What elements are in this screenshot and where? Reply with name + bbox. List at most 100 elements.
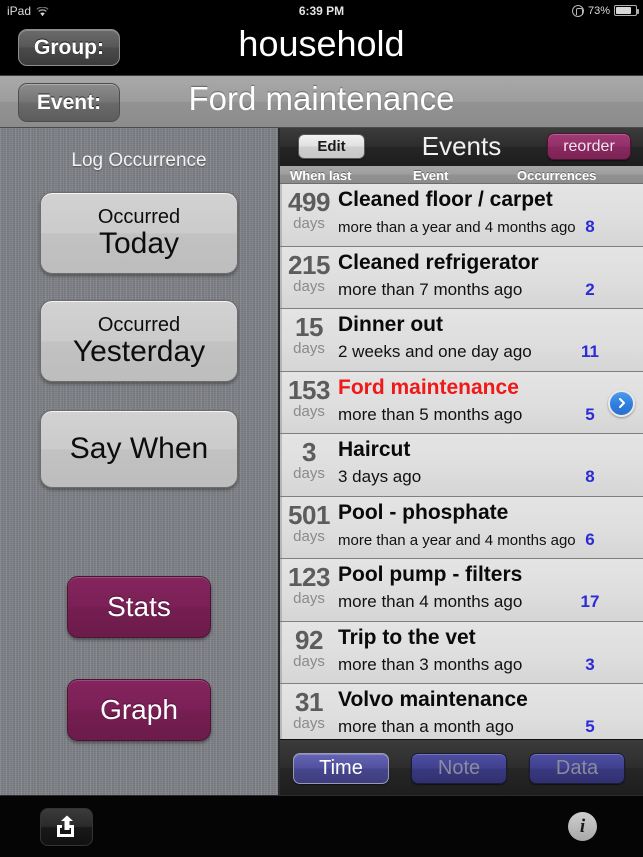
occurred-today-button[interactable]: Occurred Today [40,192,238,274]
table-row[interactable]: 3 days Haircut 3 days ago 8 [280,434,643,497]
row-when-last: more than 5 months ago [338,404,523,424]
status-bar: iPad 6:39 PM 73% [0,0,643,21]
occurred-today-sublabel: Occurred [97,205,181,228]
battery-percent-label: 73% [587,4,610,17]
table-row[interactable]: 501 days Pool - phosphate more than a year … [280,496,643,559]
graph-button[interactable]: Graph [67,679,211,741]
row-days-block: 501 days [280,502,338,545]
row-occurrences-count: 17 [580,592,600,611]
events-header-bar: Edit Events reorder [280,128,643,166]
occurred-yesterday-sublabel: Occurred [97,313,181,336]
table-row[interactable]: 15 days Dinner out 2 weeks and one day ago 1… [280,309,643,372]
row-days-count: 123 [288,562,330,592]
group-title: household [238,23,405,64]
occurred-today-label: Today [98,226,180,260]
row-days-block: 3 days [280,439,338,482]
row-event-name: Pool pump - filters [338,563,523,586]
event-bar: Event: Ford maintenance [0,75,643,128]
row-when-last: more than 7 months ago [338,279,523,299]
table-row[interactable]: 92 days Trip to the vet more than 3 months … [280,621,643,684]
row-days-unit: days [293,402,325,420]
column-header-when-last: When last [290,168,352,183]
row-when-last: more than a month ago [338,717,514,736]
row-when-last: more than a year and 4 months ago [338,531,576,549]
row-days-count: 215 [288,249,330,280]
table-row[interactable]: 123 days Pool pump - filters more than 4 mo… [280,559,643,622]
reorder-button[interactable]: reorder [547,133,631,160]
row-event-name: Haircut [338,438,411,461]
row-days-count: 31 [295,687,323,717]
row-days-unit: days [293,527,325,545]
segmented-control-bar: Time Note Data [280,739,643,795]
status-bar-clock: 6:39 PM [298,3,345,18]
row-days-unit: days [293,652,325,670]
segment-time-button[interactable]: Time [293,753,389,784]
row-occurrences-count: 6 [585,529,595,549]
chevron-right-icon[interactable] [608,389,635,417]
row-days-count: 499 [288,187,330,217]
row-days-block: 153 days [280,377,338,420]
row-days-unit: days [293,340,325,357]
table-row[interactable]: 153 days Ford maintenance more than 5 month… [280,371,643,434]
row-occurrences-count: 8 [585,217,595,236]
column-header-row: When last Event Occurrences [280,166,643,184]
right-panel: Edit Events reorder When last Event Occu… [278,128,643,795]
row-days-count: 153 [288,374,330,405]
row-occurrences-count: 2 [585,279,595,299]
table-row[interactable]: 215 days Cleaned refrigerator more than 7 m… [280,246,643,309]
row-days-block: 92 days [280,627,338,670]
row-days-unit: days [293,215,325,232]
row-when-last: 3 days ago [338,467,422,486]
say-when-button[interactable]: Say When [40,410,238,488]
row-event-name: Pool - phosphate [338,500,509,524]
row-days-count: 92 [295,624,323,655]
row-event-name: Trip to the vet [338,625,476,649]
table-row[interactable]: 31 days Volvo maintenance more than a month… [280,684,643,739]
row-days-unit: days [293,277,325,295]
events-list[interactable]: 499 days Cleaned floor / carpet more than a… [280,184,643,739]
segment-note-button[interactable]: Note [411,753,507,784]
share-export-icon[interactable] [40,808,93,846]
event-title: Ford maintenance [188,80,455,117]
row-days-count: 3 [302,437,316,467]
row-days-block: 499 days [280,189,338,232]
row-days-unit: days [293,465,325,482]
row-when-last: more than 3 months ago [338,654,523,674]
bottom-toolbar: i [0,795,643,857]
rotation-lock-icon [571,4,584,17]
table-row[interactable]: 499 days Cleaned floor / carpet more than a… [280,184,643,247]
row-days-unit: days [293,590,325,607]
row-occurrences-count: 5 [585,404,595,424]
occurred-yesterday-label: Yesterday [72,334,206,368]
row-event-name: Volvo maintenance [338,688,528,711]
say-when-label: Say When [69,432,209,466]
row-event-name: Ford maintenance [338,375,519,399]
occurred-yesterday-button[interactable]: Occurred Yesterday [40,300,238,382]
row-occurrences-count: 3 [585,654,595,674]
row-days-count: 501 [288,499,330,530]
group-bar: Group: household [0,21,643,75]
row-days-block: 15 days [280,314,338,357]
log-occurrence-label: Log Occurrence [71,150,207,171]
row-when-last: more than a year and 4 months ago [338,219,576,236]
row-days-block: 123 days [280,564,338,607]
row-occurrences-count: 8 [585,467,595,486]
row-event-name: Cleaned refrigerator [338,250,539,274]
column-header-event: Event [413,168,449,183]
row-when-last: more than 4 months ago [338,592,523,611]
status-bar-right: 73% [571,4,639,17]
row-days-block: 215 days [280,252,338,295]
row-days-block: 31 days [280,689,338,732]
row-occurrences-count: 11 [581,342,599,361]
row-occurrences-count: 5 [585,717,595,736]
battery-icon [614,5,639,16]
row-days-unit: days [293,715,325,732]
info-icon[interactable]: i [568,812,597,841]
left-panel: Log Occurrence Occurred Today Occurred Y… [0,128,278,795]
row-when-last: 2 weeks and one day ago [338,342,532,361]
app-root: iPad 6:39 PM 73% Group: household Event:… [0,0,643,857]
segment-data-button[interactable]: Data [529,753,625,784]
column-header-occurrences: Occurrences [517,168,597,183]
row-event-name: Cleaned floor / carpet [338,188,553,211]
stats-button[interactable]: Stats [67,576,211,638]
